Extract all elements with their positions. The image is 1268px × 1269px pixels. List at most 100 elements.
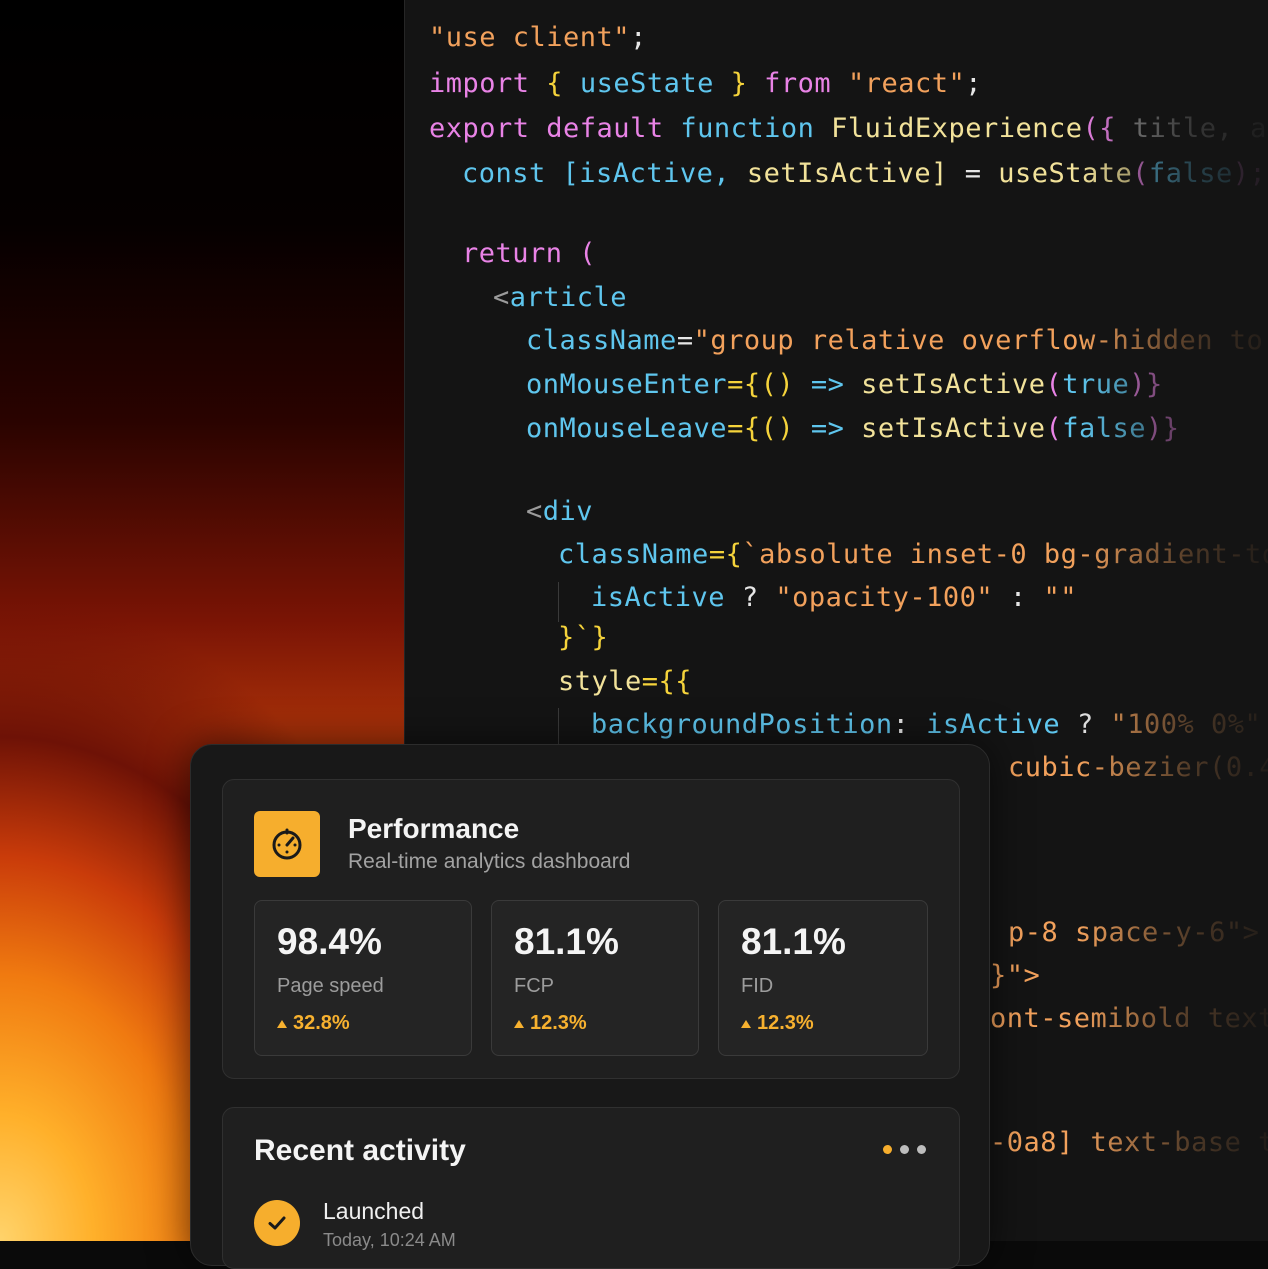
code-token: FluidExperience bbox=[831, 113, 1083, 144]
code-token: true bbox=[1062, 369, 1130, 400]
code-token: ( bbox=[1045, 369, 1063, 400]
code-token: isActive bbox=[926, 709, 1077, 740]
code-token: "100% 0%" bbox=[1110, 709, 1262, 740]
dashboard-card: Performance Real-time analytics dashboar… bbox=[190, 744, 990, 1269]
activity-item-label: Launched bbox=[323, 1198, 425, 1224]
code-token: backgroundPosition bbox=[591, 709, 893, 740]
metric-delta-value: 12.3% bbox=[757, 1012, 814, 1034]
code-token: => bbox=[810, 413, 862, 444]
code-line: }"> bbox=[990, 960, 1040, 991]
code-token: < bbox=[526, 496, 543, 527]
trend-up-icon bbox=[277, 1019, 287, 1028]
code-line: style={{ bbox=[558, 666, 692, 697]
metric-label: FCP bbox=[514, 975, 554, 997]
code-token: className bbox=[558, 539, 709, 570]
code-token: ={() bbox=[727, 369, 811, 400]
more-options-icon[interactable] bbox=[883, 1145, 926, 1154]
code-token: setIsActive bbox=[861, 413, 1046, 444]
code-line: -0a8] text-base t bbox=[990, 1127, 1268, 1158]
dot bbox=[883, 1145, 892, 1154]
code-token: ont-semibold text bbox=[990, 1003, 1268, 1034]
metric-label: Page speed bbox=[277, 975, 384, 997]
code-line: cubic-bezier(0.4 bbox=[1008, 752, 1268, 783]
code-token: ( bbox=[1132, 158, 1150, 189]
metric-value: 81.1% bbox=[514, 921, 619, 962]
code-token: export default bbox=[429, 113, 681, 144]
code-token: style bbox=[558, 666, 642, 697]
metric-delta-value: 32.8% bbox=[293, 1012, 350, 1034]
code-token: ? bbox=[741, 582, 776, 613]
trend-up-icon bbox=[514, 1019, 524, 1028]
code-token: "use client" bbox=[429, 22, 631, 53]
code-line: className="group relative overflow-hidde… bbox=[526, 325, 1268, 356]
code-token: setIsActive bbox=[861, 369, 1046, 400]
code-token: )} bbox=[1129, 369, 1163, 400]
metric-card-page-speed[interactable]: 98.4% Page speed 32.8% bbox=[254, 900, 472, 1056]
code-token: "group relative overflow-hidden to-g bbox=[693, 325, 1268, 356]
code-token: false bbox=[1149, 158, 1233, 189]
code-token: ={{ bbox=[641, 666, 693, 697]
code-line: <article bbox=[493, 282, 627, 313]
code-line: ont-semibold text bbox=[990, 1003, 1268, 1034]
code-token: div bbox=[542, 496, 594, 527]
trend-up-icon bbox=[741, 1019, 751, 1028]
code-token: isActive bbox=[591, 582, 742, 613]
code-line: p-8 space-y-6"> bbox=[1008, 917, 1259, 948]
code-line: onMouseEnter={() => setIsActive(true)} bbox=[526, 369, 1163, 400]
check-icon bbox=[254, 1200, 300, 1246]
metric-delta: 32.8% bbox=[277, 1012, 350, 1035]
code-token: => bbox=[810, 369, 862, 400]
code-token: ( bbox=[1045, 413, 1063, 444]
code-token: article bbox=[509, 282, 628, 313]
code-token: ={() bbox=[727, 413, 811, 444]
code-token: onMouseLeave bbox=[526, 413, 728, 444]
code-token: ({ bbox=[1082, 113, 1133, 144]
metric-value: 81.1% bbox=[741, 921, 846, 962]
code-token: p-8 space-y-6"> bbox=[1008, 917, 1260, 948]
code-token: < bbox=[493, 282, 510, 313]
code-token: cubic-bezier(0.4 bbox=[1008, 752, 1268, 783]
code-token: onMouseEnter bbox=[526, 369, 728, 400]
activity-title: Recent activity bbox=[254, 1134, 466, 1167]
metric-value: 98.4% bbox=[277, 921, 382, 962]
code-token: className bbox=[526, 325, 677, 356]
code-token: `absolute inset-0 bg-gradient-to-r bbox=[742, 539, 1268, 570]
recent-activity-panel: Recent activity Launched Today, 10:24 AM bbox=[222, 1107, 960, 1269]
dot bbox=[900, 1145, 909, 1154]
metric-card-fcp[interactable]: 81.1% FCP 12.3% bbox=[491, 900, 699, 1056]
metric-delta: 12.3% bbox=[514, 1012, 587, 1035]
code-line: className={`absolute inset-0 bg-gradient… bbox=[558, 539, 1268, 570]
code-line: <div bbox=[526, 496, 593, 527]
code-token: { bbox=[529, 68, 580, 99]
code-token: ); bbox=[1232, 158, 1267, 189]
metric-delta-value: 12.3% bbox=[530, 1012, 587, 1034]
code-token: ? bbox=[1076, 709, 1111, 740]
code-token: }`} bbox=[558, 622, 609, 653]
code-line: backgroundPosition: isActive ? "100% 0%"… bbox=[591, 709, 1268, 740]
code-token: = bbox=[964, 158, 999, 189]
code-token: -0a8] text-base t bbox=[990, 1127, 1268, 1158]
metric-card-fid[interactable]: 81.1% FID 12.3% bbox=[718, 900, 928, 1056]
speedometer-icon bbox=[254, 811, 320, 877]
code-token: : bbox=[892, 709, 927, 740]
indent-guide bbox=[558, 708, 559, 748]
code-token: )} bbox=[1146, 413, 1180, 444]
metric-label: FID bbox=[741, 975, 774, 997]
code-token: title, bbox=[1132, 113, 1251, 144]
performance-panel: Performance Real-time analytics dashboar… bbox=[222, 779, 960, 1079]
code-token: }"> bbox=[990, 960, 1041, 991]
code-token: = bbox=[676, 325, 694, 356]
code-token: [isActive, bbox=[562, 158, 747, 189]
code-token: "react" bbox=[847, 68, 966, 99]
code-line: const [isActive, setIsActive] = useState… bbox=[462, 158, 1266, 189]
code-token: : bbox=[1261, 709, 1268, 740]
code-token: useState bbox=[579, 68, 714, 99]
code-token: : bbox=[993, 582, 1044, 613]
code-token: const bbox=[462, 158, 563, 189]
code-token: useState bbox=[998, 158, 1133, 189]
code-token: function bbox=[680, 113, 832, 144]
code-token: ac bbox=[1250, 113, 1268, 144]
code-line: }`} bbox=[558, 622, 608, 653]
code-line: onMouseLeave={() => setIsActive(false)} bbox=[526, 413, 1180, 444]
